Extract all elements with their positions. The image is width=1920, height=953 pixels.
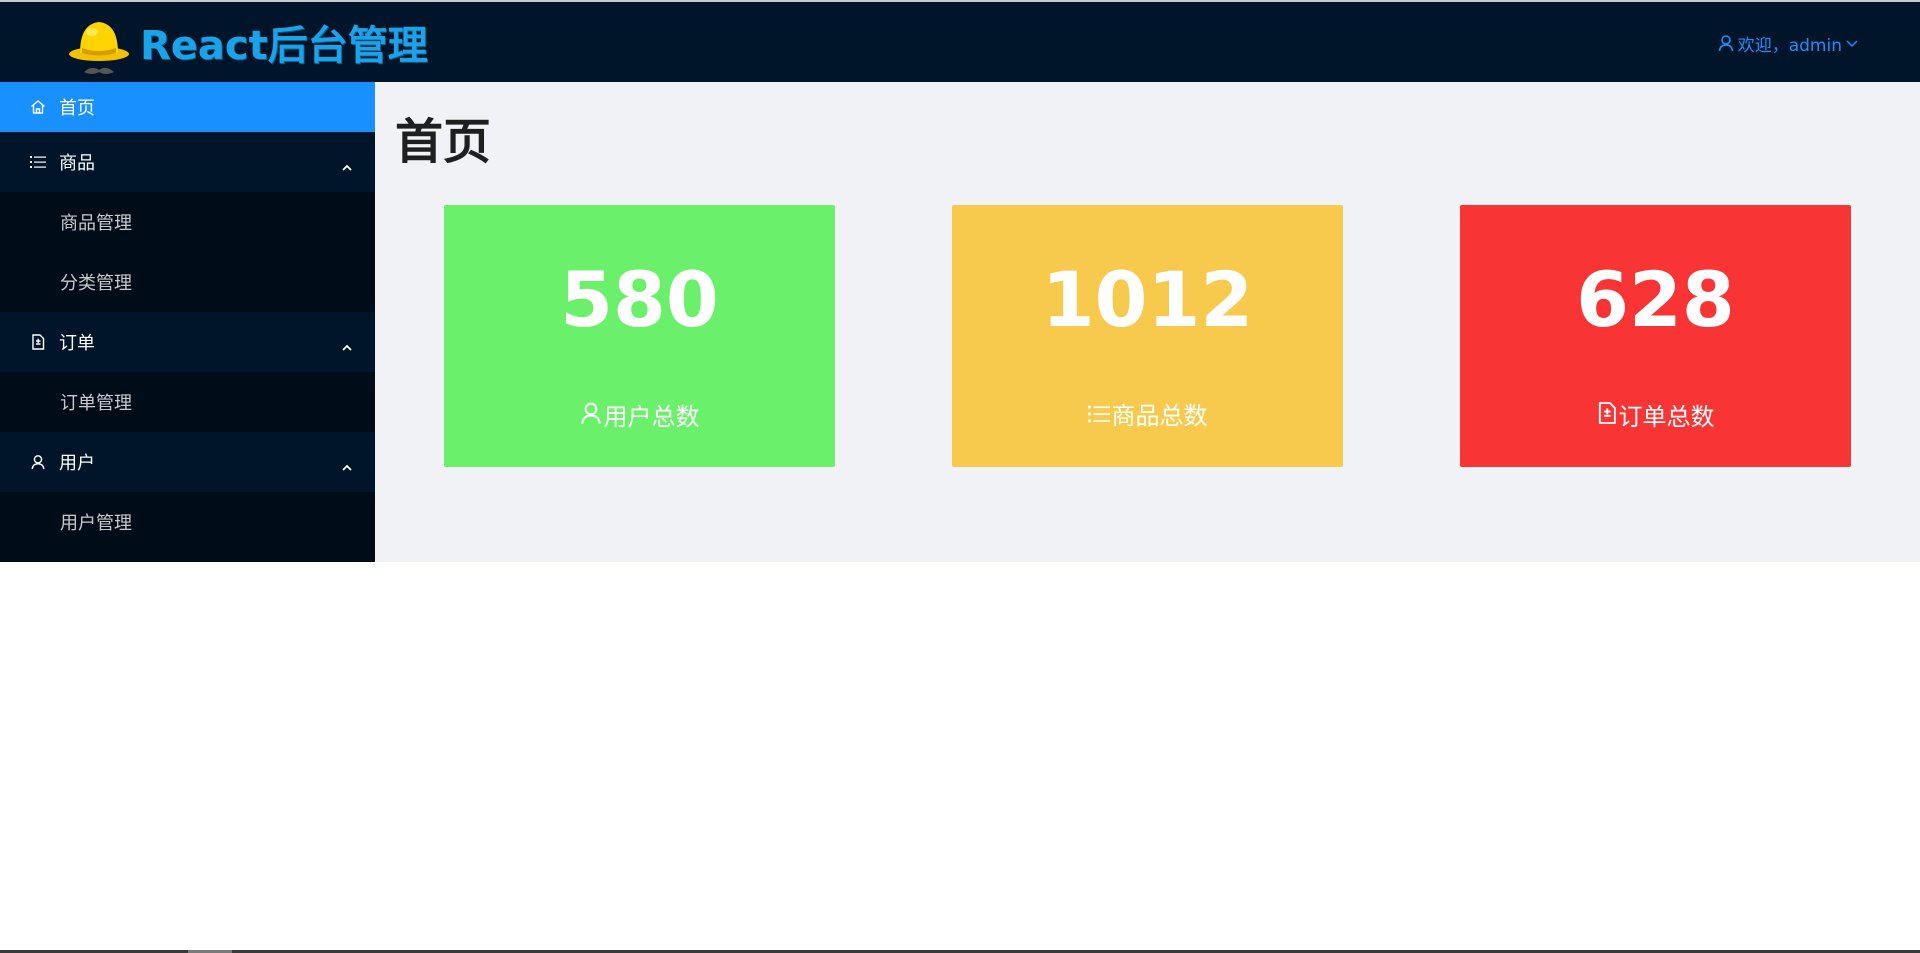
home-icon	[29, 98, 47, 116]
app-title: React后台管理	[140, 23, 428, 69]
sidebar-item-home[interactable]: 首页	[0, 82, 375, 132]
file-icon	[1597, 401, 1619, 432]
top-header: React后台管理 欢迎，admin	[0, 0, 1920, 82]
hat-mustache-logo-icon	[66, 10, 132, 82]
sidebar-item-label: 用户管理	[60, 513, 132, 534]
user-icon	[29, 453, 47, 471]
stat-label-row: 商品总数	[952, 401, 1343, 431]
sidebar-item-label: 订单管理	[60, 393, 132, 414]
sidebar-item-label: 商品管理	[60, 213, 132, 234]
app-logo[interactable]: React后台管理	[66, 10, 428, 82]
chevron-up-icon	[341, 337, 353, 358]
file-icon	[29, 333, 47, 351]
user-icon	[580, 401, 604, 432]
sidebar-item-user-management[interactable]: 用户管理	[0, 492, 375, 552]
sidebar-group-orders[interactable]: 订单	[0, 312, 375, 372]
user-icon	[1718, 34, 1734, 52]
stat-card-orders: 628 订单总数	[1460, 205, 1851, 467]
stat-label: 商品总数	[1111, 402, 1208, 430]
stat-value: 1012	[1041, 255, 1254, 344]
sidebar-item-order-management[interactable]: 订单管理	[0, 372, 375, 432]
sidebar-item-product-management[interactable]: 商品管理	[0, 192, 375, 252]
page-title: 首页	[395, 114, 492, 170]
sidebar-item-label: 分类管理	[60, 273, 132, 294]
main-content: 首页 580 用户总数 1012 商品总数 628 订单总数	[375, 82, 1920, 562]
chevron-up-icon	[341, 457, 353, 478]
list-icon	[29, 153, 47, 171]
user-dropdown[interactable]: 欢迎，admin	[1718, 28, 1858, 58]
sidebar-group-products[interactable]: 商品	[0, 132, 375, 192]
stat-label-row: 用户总数	[444, 401, 835, 432]
stat-label: 订单总数	[1618, 402, 1715, 431]
stat-label: 用户总数	[603, 402, 700, 431]
stat-value: 628	[1576, 255, 1735, 344]
chevron-up-icon	[341, 157, 353, 178]
sidebar-group-users[interactable]: 用户	[0, 432, 375, 492]
sidebar-menu: 首页 商品 商品管理 分类管理 订单 订单管理 用户 用户管理	[0, 82, 375, 562]
stat-value: 580	[560, 255, 719, 344]
sidebar-item-label: 商品	[59, 153, 95, 174]
stat-card-users: 580 用户总数	[444, 205, 835, 467]
sidebar-item-label: 订单	[59, 333, 95, 354]
stat-card-products: 1012 商品总数	[952, 205, 1343, 467]
sidebar-item-label: 用户	[59, 453, 95, 474]
list-icon	[1087, 401, 1112, 431]
sidebar-item-category-management[interactable]: 分类管理	[0, 252, 375, 312]
chevron-down-icon	[1846, 38, 1858, 48]
sidebar-item-label: 首页	[59, 98, 95, 119]
user-greeting: 欢迎，admin	[1737, 35, 1842, 56]
stat-label-row: 订单总数	[1460, 401, 1851, 432]
